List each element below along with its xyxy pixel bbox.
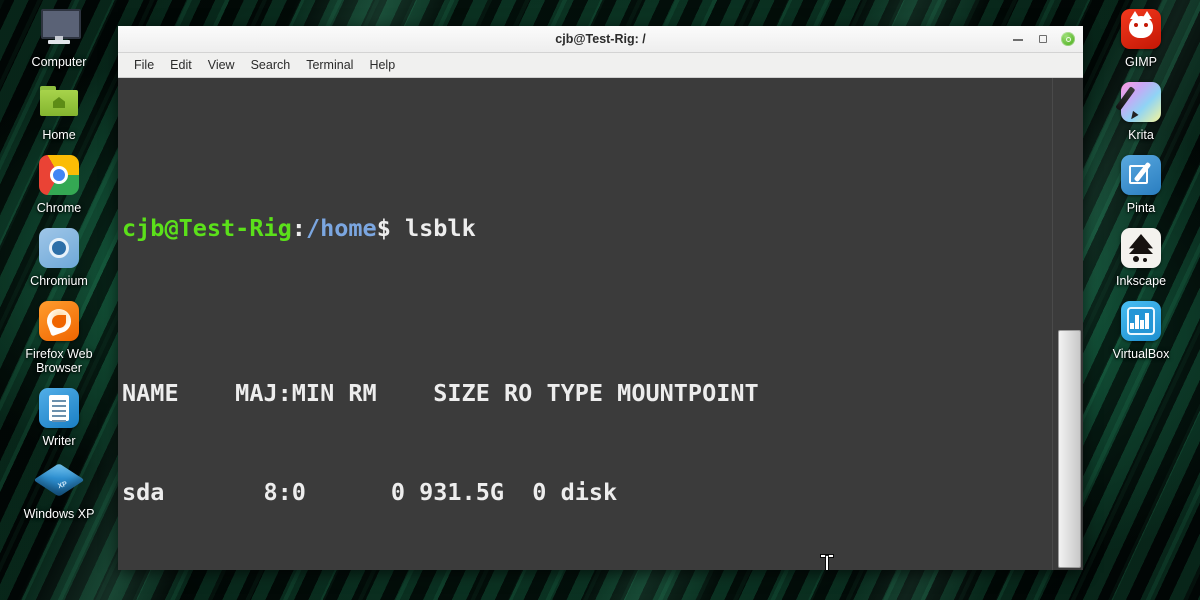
- terminal-scrollbar[interactable]: [1052, 78, 1083, 570]
- menu-item-search[interactable]: Search: [243, 56, 299, 74]
- prompt-user: cjb@Test-Rig: [122, 214, 292, 242]
- pinta-icon: [1118, 152, 1164, 198]
- maximize-icon[interactable]: [1036, 32, 1050, 46]
- firefox-icon: [36, 298, 82, 344]
- menu-item-edit[interactable]: Edit: [162, 56, 200, 74]
- home-folder-icon: [36, 79, 82, 125]
- window-title: cjb@Test-Rig: /: [555, 32, 646, 46]
- menu-item-help[interactable]: Help: [361, 56, 403, 74]
- terminal-body[interactable]: cjb@Test-Rig:/home$ lsblk NAME MAJ:MIN R…: [118, 78, 1083, 570]
- desktop[interactable]: Computer Home Chrome Chromium Firefox We: [0, 0, 1200, 600]
- prompt-colon: :: [291, 214, 306, 242]
- krita-icon: [1115, 79, 1164, 125]
- desktop-icon-label: Firefox Web Browser: [25, 347, 93, 375]
- lsblk-header: NAME MAJ:MIN RM SIZE RO TYPE MOUNTPOINT: [122, 379, 759, 407]
- lsblk-row: sda 8:0 0 931.5G 0 disk: [122, 478, 632, 506]
- virtualbox-icon: [1118, 298, 1164, 344]
- desktop-icon-label: Chromium: [30, 274, 88, 288]
- desktop-icon-label: Windows XP: [23, 507, 95, 521]
- chrome-icon: [36, 152, 82, 198]
- writer-icon: [36, 385, 82, 431]
- desktop-icon-chrome[interactable]: Chrome: [0, 152, 118, 215]
- desktop-icon-label: Inkscape: [1115, 274, 1167, 288]
- desktop-icon-label: Krita: [1128, 128, 1154, 142]
- desktop-icon-krita[interactable]: Krita: [1082, 79, 1200, 142]
- command-lsblk: lsblk: [404, 214, 476, 242]
- desktop-icon-label: Home: [42, 128, 76, 142]
- desktop-icon-label: VirtualBox: [1112, 347, 1170, 361]
- terminal-screen[interactable]: cjb@Test-Rig:/home$ lsblk NAME MAJ:MIN R…: [118, 78, 1052, 570]
- desktop-icon-virtualbox[interactable]: VirtualBox: [1082, 298, 1200, 361]
- scrollbar-thumb[interactable]: [1058, 330, 1081, 568]
- desktop-icon-label: GIMP: [1125, 55, 1157, 69]
- menu-item-view[interactable]: View: [200, 56, 243, 74]
- menu-item-file[interactable]: File: [126, 56, 162, 74]
- desktop-icon-inkscape[interactable]: Inkscape: [1082, 225, 1200, 288]
- computer-icon: [36, 6, 82, 52]
- prompt-dollar: $: [376, 214, 405, 242]
- desktop-icon-pinta[interactable]: Pinta: [1082, 152, 1200, 215]
- desktop-icon-chromium[interactable]: Chromium: [0, 225, 118, 288]
- desktop-icon-label: Writer: [42, 434, 76, 448]
- terminal-line-prompt: cjb@Test-Rig:/home$ lsblk: [122, 212, 1052, 245]
- virtualbox-vm-icon: XP: [33, 458, 85, 504]
- desktop-icon-computer[interactable]: Computer: [0, 6, 118, 69]
- terminal-window[interactable]: cjb@Test-Rig: / File Edit View Search Te…: [118, 26, 1083, 570]
- menu-bar: File Edit View Search Terminal Help: [118, 53, 1083, 78]
- chromium-icon: [36, 225, 82, 271]
- desktop-icon-gimp[interactable]: GIMP: [1082, 6, 1200, 69]
- title-bar[interactable]: cjb@Test-Rig: /: [118, 26, 1083, 53]
- desktop-icon-firefox[interactable]: Firefox Web Browser: [0, 298, 118, 375]
- desktop-icon-label: Chrome: [36, 201, 82, 215]
- close-icon[interactable]: [1061, 32, 1075, 46]
- desktop-icon-home[interactable]: Home: [0, 79, 118, 142]
- prompt-path: /home: [305, 214, 377, 242]
- desktop-icon-label: Computer: [31, 55, 87, 69]
- desktop-icon-windows-xp[interactable]: XP Windows XP: [0, 458, 118, 521]
- desktop-icon-label: Pinta: [1126, 201, 1156, 215]
- gimp-icon: [1118, 6, 1164, 52]
- inkscape-icon: [1118, 225, 1164, 271]
- window-controls: [1011, 26, 1075, 52]
- desktop-icon-column-right: GIMP Krita Pinta Inkscape VirtualBox: [1082, 6, 1200, 371]
- menu-item-terminal[interactable]: Terminal: [298, 56, 361, 74]
- desktop-icon-writer[interactable]: Writer: [0, 385, 118, 448]
- desktop-icon-column-left: Computer Home Chrome Chromium Firefox We: [0, 6, 118, 531]
- minimize-icon[interactable]: [1011, 32, 1025, 46]
